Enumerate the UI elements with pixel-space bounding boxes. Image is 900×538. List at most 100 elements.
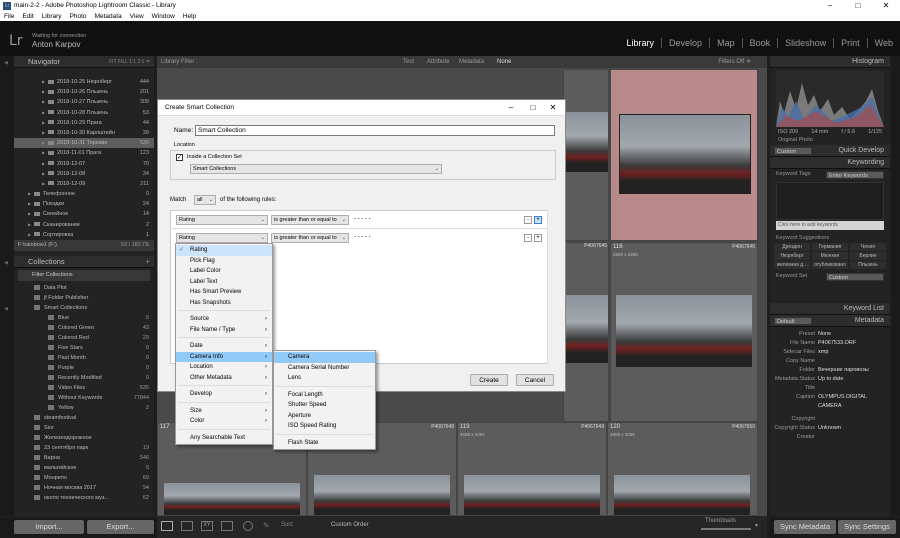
module-map[interactable]: Map bbox=[709, 38, 742, 48]
thumbnail-size-slider[interactable] bbox=[701, 528, 751, 530]
match-dropdown[interactable]: all ⌄ bbox=[194, 195, 216, 205]
thumbnail[interactable] bbox=[564, 295, 608, 363]
folder-row[interactable]: ▶ 2018-12-07 70 bbox=[14, 159, 154, 169]
keyword-suggestion[interactable]: Пльзень bbox=[850, 261, 886, 269]
thumbnail[interactable] bbox=[564, 112, 608, 172]
folder-row[interactable]: ▶ Телефонное 0 bbox=[14, 189, 154, 199]
collection-set-dropdown[interactable]: Smart Collections ⌄ bbox=[190, 164, 442, 174]
keyword-suggestion[interactable]: Дрезден bbox=[774, 243, 810, 251]
folder-row[interactable]: ▶ Сортировка 1 bbox=[14, 230, 154, 240]
module-develop[interactable]: Develop bbox=[661, 38, 709, 48]
menu-help[interactable]: Help bbox=[183, 13, 196, 20]
menu-window[interactable]: Window bbox=[152, 13, 175, 20]
menu-item-source[interactable]: Source › bbox=[176, 314, 272, 325]
thumbnail[interactable] bbox=[164, 483, 300, 515]
collection-row[interactable]: 23 сентября парк 19 bbox=[14, 443, 154, 453]
menu-item-location[interactable]: Location › bbox=[176, 362, 272, 373]
grid-cell[interactable]: 119 P4067649 4608 x 3456 bbox=[457, 422, 607, 516]
collection-row[interactable]: Data Plot bbox=[14, 283, 154, 293]
collection-row[interactable]: Five Stars 0 bbox=[14, 343, 154, 353]
metadata-value[interactable] bbox=[818, 433, 890, 442]
folder-row[interactable]: ▶ 2018-10-29 Прага 44 bbox=[14, 118, 154, 128]
filter-metadata[interactable]: Metadata bbox=[459, 56, 484, 68]
dialog-minimize-icon[interactable]: – bbox=[501, 100, 521, 116]
keyword-set-dropdown[interactable]: Custom bbox=[826, 273, 884, 281]
menu-item-label-text[interactable]: Label Text bbox=[176, 277, 272, 288]
menu-item-has-smart-preview[interactable]: Has Smart Preview bbox=[176, 287, 272, 298]
collection-row[interactable]: Yellow 2 bbox=[14, 403, 154, 413]
keyword-suggestion[interactable]: Чехия bbox=[850, 243, 886, 251]
menu-item-flash-state[interactable]: Flash State bbox=[274, 438, 375, 449]
collection-row[interactable]: мальтийское 5 bbox=[14, 463, 154, 473]
create-button[interactable]: Create bbox=[470, 374, 508, 386]
menu-item-other-metadata[interactable]: Other Metadata › bbox=[176, 373, 272, 384]
folder-row[interactable]: ▶ 2018-10-25 Нюрнберг 444 bbox=[14, 77, 154, 87]
menu-item-date[interactable]: Date › bbox=[176, 341, 272, 352]
keyword-suggestion[interactable]: Нюрнберг bbox=[774, 252, 810, 260]
rule2-stars[interactable]: - - - - - bbox=[354, 234, 371, 240]
collection-row[interactable]: Past Month 0 bbox=[14, 353, 154, 363]
menu-item-pick-flag[interactable]: Pick Flag bbox=[176, 256, 272, 267]
triangle-left-icon[interactable]: ◀ bbox=[4, 60, 10, 66]
rule1-op-dropdown[interactable]: is greater than or equal to ⌄ bbox=[271, 215, 349, 225]
dialog-maximize-icon[interactable]: □ bbox=[523, 100, 543, 116]
folder-row[interactable]: ▶ 2018-11-01 Прага 123 bbox=[14, 148, 154, 158]
minimize-button[interactable]: – bbox=[816, 0, 844, 11]
rule2-remove-button[interactable]: - bbox=[524, 234, 532, 242]
quick-develop-header[interactable]: Custom Quick Develop bbox=[770, 145, 890, 157]
filter-collections[interactable]: Filter Collections bbox=[18, 270, 150, 281]
collection-row[interactable]: Video Files 535 bbox=[14, 383, 154, 393]
grid-cell[interactable]: 120 P4067650 4608 x 3456 bbox=[607, 422, 758, 516]
maximize-button[interactable]: □ bbox=[844, 0, 872, 11]
module-web[interactable]: Web bbox=[866, 38, 900, 48]
add-collection-icon[interactable]: + bbox=[145, 256, 150, 268]
menu-item-camera[interactable]: Camera bbox=[274, 352, 375, 363]
menu-item-color[interactable]: Color › bbox=[176, 416, 272, 427]
collection-row[interactable]: steamfestival bbox=[14, 413, 154, 423]
keyword-suggestion[interactable]: Мюнхен bbox=[812, 252, 848, 260]
menu-edit[interactable]: Edit bbox=[22, 13, 33, 20]
triangle-left-icon[interactable]: ◀ bbox=[4, 260, 10, 266]
metadata-value[interactable]: OLYMPUS DIGITAL CAMERA bbox=[818, 393, 890, 415]
metadata-value[interactable] bbox=[818, 357, 890, 366]
thumbnail[interactable] bbox=[619, 114, 751, 194]
menu-item-label-color[interactable]: Label Color bbox=[176, 266, 272, 277]
quick-develop-preset[interactable]: Custom bbox=[774, 147, 812, 155]
collection-row[interactable]: Ночная москва 2017 94 bbox=[14, 483, 154, 493]
menu-item-iso-speed-rating[interactable]: ISO Speed Rating bbox=[274, 421, 375, 432]
metadata-value[interactable] bbox=[818, 384, 890, 393]
folder-row[interactable]: ▶ 2018-10-27 Пльзень 309 bbox=[14, 97, 154, 107]
triangle-left-icon[interactable]: ◀ bbox=[4, 306, 10, 312]
menu-item-file-name-type[interactable]: File Name / Type › bbox=[176, 325, 272, 336]
metadata-value[interactable] bbox=[818, 415, 890, 424]
menu-item-any-searchable-text[interactable]: Any Searchable Text bbox=[176, 433, 272, 444]
collection-row[interactable]: Purple 0 bbox=[14, 363, 154, 373]
metadata-value[interactable]: P4067533.ORF bbox=[818, 339, 890, 348]
rule1-field-dropdown[interactable]: Rating ⌄ bbox=[176, 215, 268, 225]
keyword-list-header[interactable]: Keyword List bbox=[770, 303, 890, 315]
menu-item-camera-info[interactable]: Camera Info › bbox=[176, 351, 272, 362]
menu-item-camera-serial-number[interactable]: Camera Serial Number bbox=[274, 363, 375, 374]
metadata-value[interactable]: None bbox=[818, 330, 890, 339]
menu-metadata[interactable]: Metadata bbox=[95, 13, 122, 20]
navigator-zoom[interactable]: FIT FILL 1:1 2:1 ≑ bbox=[109, 56, 150, 68]
cancel-button[interactable]: Cancel bbox=[516, 374, 554, 386]
menu-view[interactable]: View bbox=[130, 13, 144, 20]
keyword-suggestion[interactable]: Германия bbox=[812, 243, 848, 251]
metadata-value[interactable]: Вечерние паровозы bbox=[818, 366, 890, 375]
sync-metadata-button[interactable]: Sync Metadata bbox=[774, 520, 836, 534]
sync-settings-button[interactable]: Sync Settings bbox=[838, 520, 896, 534]
collection-row[interactable]: Recently Modified 0 bbox=[14, 373, 154, 383]
collection-row[interactable]: Sior bbox=[14, 423, 154, 433]
grid-view-icon[interactable] bbox=[161, 521, 173, 531]
grid-cell-selected[interactable] bbox=[610, 69, 758, 241]
volume-bar[interactable]: F:\rainbow1 (F:) 53 / 182 ГБ bbox=[14, 240, 154, 251]
painter-icon[interactable]: ✎ bbox=[263, 521, 270, 530]
rule2-field-dropdown[interactable]: Rating ⌄ bbox=[176, 233, 268, 243]
keywording-header[interactable]: Keywording bbox=[770, 157, 890, 169]
module-book[interactable]: Book bbox=[741, 38, 778, 48]
keyword-suggestion[interactable]: Берлин bbox=[850, 252, 886, 260]
grid-cell[interactable] bbox=[563, 69, 609, 241]
collection-row[interactable]: Colored Green 43 bbox=[14, 323, 154, 333]
add-keywords-field[interactable]: Click here to add keywords bbox=[776, 221, 884, 230]
